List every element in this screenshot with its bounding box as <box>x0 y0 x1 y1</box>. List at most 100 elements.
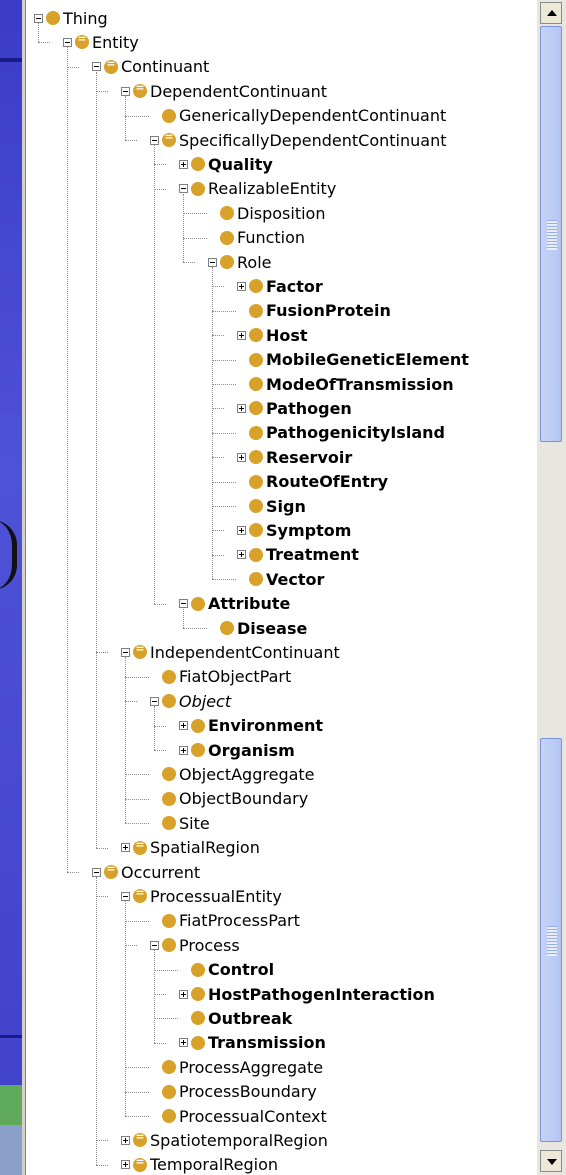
expand-icon[interactable] <box>237 281 246 291</box>
expand-icon[interactable] <box>237 330 246 340</box>
tree-node[interactable]: Vector <box>249 567 324 591</box>
tree-node[interactable]: Attribute <box>179 592 290 616</box>
tree-node[interactable]: Host <box>237 323 308 347</box>
tree-node[interactable]: GenericallyDependentContinuant <box>162 104 446 128</box>
expand-icon[interactable] <box>179 745 188 755</box>
tree-node[interactable]: SpatialRegion <box>121 836 260 860</box>
tree-node[interactable]: Reservoir <box>237 445 352 469</box>
tree-node[interactable]: Disposition <box>220 201 325 225</box>
collapse-icon[interactable] <box>179 599 188 609</box>
tree-node[interactable]: ProcessualEntity <box>121 884 282 908</box>
tree-node-label: FusionProtein <box>266 301 391 321</box>
tree-connector <box>38 42 50 44</box>
expand-icon[interactable] <box>237 403 246 413</box>
tree-node-label: Organism <box>208 740 295 760</box>
collapse-icon[interactable] <box>121 647 130 657</box>
tree-node[interactable]: Outbreak <box>191 1006 292 1030</box>
collapse-icon[interactable] <box>34 13 43 23</box>
tree-node-label: Host <box>266 325 308 345</box>
tree-connector <box>67 872 79 873</box>
tree-connector <box>212 457 224 459</box>
tree-node[interactable]: ProcessualContext <box>162 1104 327 1128</box>
tree-node[interactable]: RealizableEntity <box>179 177 336 201</box>
collapse-icon[interactable] <box>92 867 101 877</box>
tree-node[interactable]: RouteOfEntry <box>249 470 388 494</box>
tree-node[interactable]: Pathogen <box>237 396 352 420</box>
tree-node[interactable]: Factor <box>237 274 323 298</box>
collapse-icon[interactable] <box>208 257 217 267</box>
class-icon <box>249 547 263 562</box>
tree-node[interactable]: ObjectBoundary <box>162 787 308 811</box>
tree-node[interactable]: Function <box>220 226 305 250</box>
expand-icon[interactable] <box>121 843 130 853</box>
tree-node[interactable]: DependentContinuant <box>121 79 327 103</box>
expand-icon[interactable] <box>121 1160 130 1170</box>
tree-node[interactable]: Role <box>208 250 271 274</box>
tree-node[interactable]: IndependentContinuant <box>121 640 340 664</box>
scroll-up-button[interactable] <box>540 2 562 24</box>
tree-node[interactable]: ObjectAggregate <box>162 762 315 786</box>
tree-node[interactable]: Continuant <box>92 55 209 79</box>
tree-node-label: Continuant <box>121 57 210 77</box>
expand-icon[interactable] <box>121 1135 130 1145</box>
tree-node[interactable]: TemporalRegion <box>121 1153 278 1175</box>
expand-icon[interactable] <box>237 525 246 535</box>
tree-node-label: SpatiotemporalRegion <box>150 1130 328 1150</box>
collapse-icon[interactable] <box>63 37 72 47</box>
tree-node[interactable]: ProcessBoundary <box>162 1080 317 1104</box>
tree-connector <box>154 994 166 995</box>
tree-connector <box>212 432 236 434</box>
tree-node[interactable]: SpecificallyDependentContinuant <box>150 128 446 152</box>
tree-node[interactable]: ModeOfTransmission <box>249 372 454 396</box>
collapse-icon[interactable] <box>121 86 130 96</box>
tree-node[interactable]: Quality <box>179 152 273 176</box>
tree-node[interactable]: FiatProcessPart <box>162 909 300 933</box>
tree-node[interactable]: HostPathogenInteraction <box>179 982 435 1006</box>
scroll-down-button[interactable] <box>540 1150 562 1172</box>
tree-node[interactable]: Process <box>150 933 240 957</box>
tree-node[interactable]: Entity <box>63 30 139 54</box>
tree-node[interactable]: Disease <box>220 616 307 640</box>
collapse-icon[interactable] <box>150 696 159 706</box>
expand-icon[interactable] <box>237 452 246 462</box>
tree-node[interactable]: Object <box>150 689 231 713</box>
expand-icon[interactable] <box>237 550 246 560</box>
tree-node[interactable]: Control <box>191 958 274 982</box>
scrollbar-thumb[interactable] <box>540 738 562 1142</box>
tree-node[interactable]: Transmission <box>179 1031 326 1055</box>
vertical-scrollbar[interactable] <box>537 0 566 1175</box>
tree-node[interactable]: SpatiotemporalRegion <box>121 1128 328 1152</box>
tree-node[interactable]: Organism <box>179 738 295 762</box>
expand-icon[interactable] <box>179 159 188 169</box>
expand-icon[interactable] <box>179 1038 188 1048</box>
tree-connector <box>125 901 126 1116</box>
tree-node-label: Process <box>179 935 240 955</box>
expand-icon[interactable] <box>179 721 188 731</box>
tree-node[interactable]: Treatment <box>237 543 359 567</box>
tree-node[interactable]: MobileGeneticElement <box>249 348 469 372</box>
collapse-icon[interactable] <box>121 891 130 901</box>
tree-node[interactable]: Symptom <box>237 518 351 542</box>
collapse-icon[interactable] <box>150 940 159 950</box>
tree-node[interactable]: PathogenicityIsland <box>249 421 445 445</box>
tree-node[interactable]: ProcessAggregate <box>162 1055 323 1079</box>
class-hierarchy-tree[interactable]: Thing Entity Continuant DependentContinuant… <box>26 0 536 1175</box>
collapse-icon[interactable] <box>150 135 159 145</box>
expand-icon[interactable] <box>179 989 188 999</box>
slide-thumbnail <box>0 1085 22 1125</box>
tree-connector <box>212 310 236 312</box>
collapse-icon[interactable] <box>179 184 188 194</box>
tree-node-label: RouteOfEntry <box>266 472 389 492</box>
tree-node[interactable]: Sign <box>249 494 306 518</box>
tree-node[interactable]: FiatObjectPart <box>162 665 291 689</box>
scrollbar-thumb[interactable] <box>540 26 562 442</box>
tree-node[interactable]: Thing <box>34 6 108 30</box>
tree-node[interactable]: Occurrent <box>92 860 200 884</box>
defined-class-icon <box>133 886 147 904</box>
defined-class-icon <box>162 130 176 147</box>
tree-node-label: Control <box>208 960 275 980</box>
tree-node[interactable]: Site <box>162 811 210 835</box>
collapse-icon[interactable] <box>92 62 101 72</box>
tree-node[interactable]: FusionProtein <box>249 299 391 323</box>
tree-node[interactable]: Environment <box>179 714 323 738</box>
